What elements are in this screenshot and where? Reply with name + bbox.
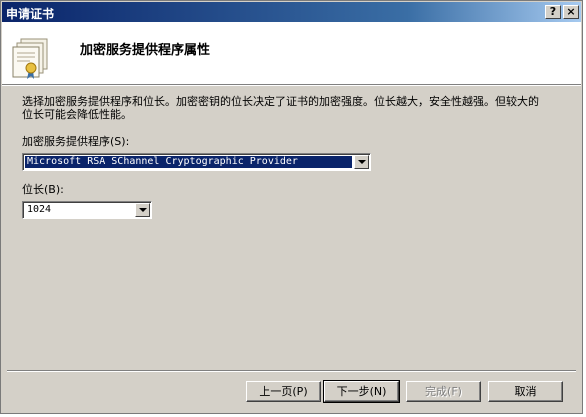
description-text: 选择加密服务提供程序和位长。加密密钥的位长决定了证书的加密强度。位长越大，安全性…	[22, 95, 539, 121]
csp-select[interactable]: Microsoft RSA SChannel Cryptographic Pro…	[22, 153, 371, 171]
finish-button[interactable]: 完成(F)	[406, 381, 481, 402]
chevron-down-icon[interactable]	[135, 203, 150, 217]
wizard-window: 申请证书 ? × 加密服务提供程序属性 选择加密服务提供程序和位长。加密密钥的位…	[0, 0, 583, 414]
bitlength-selected-value: 1024	[27, 204, 52, 215]
back-button[interactable]: 上一页(P)	[246, 381, 321, 402]
window-title: 申请证书	[6, 7, 55, 21]
chevron-down-icon[interactable]	[354, 155, 369, 169]
csp-selected-value: Microsoft RSA SChannel Cryptographic Pro…	[25, 156, 352, 168]
help-button[interactable]: ?	[545, 5, 561, 19]
bitlength-select[interactable]: 1024	[22, 201, 152, 219]
cancel-button[interactable]: 取消	[488, 381, 563, 402]
wizard-header: 加密服务提供程序属性	[2, 22, 581, 86]
close-button[interactable]: ×	[563, 5, 579, 19]
bitlength-label: 位长(B):	[22, 183, 64, 196]
title-bar[interactable]: 申请证书 ? ×	[2, 2, 581, 22]
separator	[7, 370, 576, 372]
page-title: 加密服务提供程序属性	[80, 43, 211, 58]
certificate-icon	[12, 38, 48, 79]
next-button[interactable]: 下一步(N)	[323, 380, 400, 403]
csp-label: 加密服务提供程序(S):	[22, 135, 130, 148]
